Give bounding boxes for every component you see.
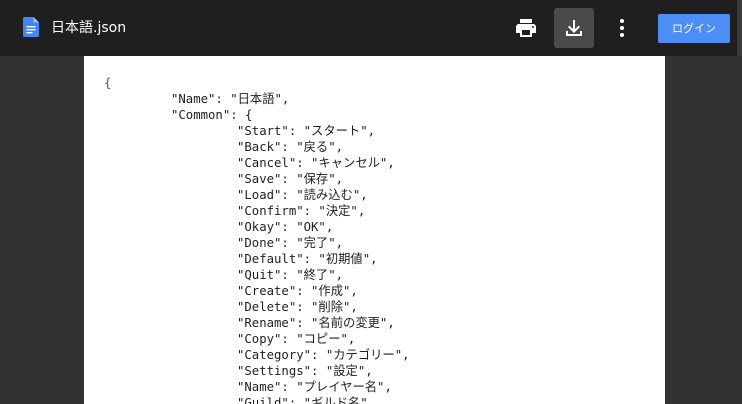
code-line: "Delete": "削除", <box>237 300 358 314</box>
more-vert-icon <box>620 19 624 37</box>
code-line: { <box>104 76 112 90</box>
document-page: { "Name": "日本語", "Common": { "Start": "ス… <box>84 56 665 404</box>
code-line: "Save": "保存", <box>237 172 344 186</box>
code-line: "Default": "初期値", <box>237 252 378 266</box>
code-line: "Rename": "名前の変更", <box>237 316 395 330</box>
scrollbar[interactable] <box>737 0 742 56</box>
code-line: "Copy": "コピー", <box>237 332 356 346</box>
print-button[interactable] <box>506 8 546 48</box>
code-line: "Quit": "終了", <box>237 268 344 282</box>
code-line: "Load": "読み込む", <box>237 188 368 202</box>
print-icon <box>516 19 536 37</box>
document-icon <box>23 17 39 37</box>
code-line: "Name": "プレイヤー名", <box>237 380 392 394</box>
code-line: "Create": "作成", <box>237 284 358 298</box>
code-line: "Okay": "OK", <box>237 220 334 234</box>
code-line: "Cancel": "キャンセル", <box>237 156 395 170</box>
code-line: "Category": "カテゴリー", <box>237 348 410 362</box>
code-line: "Done": "完了", <box>237 236 344 250</box>
file-title: 日本語.json <box>51 20 127 36</box>
more-options-button[interactable] <box>602 8 642 48</box>
viewer-toolbar: 日本語.json ログイン <box>0 0 742 56</box>
code-line: "Settings": "設定", <box>237 364 373 378</box>
download-icon <box>566 20 582 36</box>
json-content: { "Name": "日本語", "Common": { "Start": "ス… <box>104 75 410 404</box>
code-line: "Name": "日本語", <box>171 92 290 106</box>
code-line: "Guild": "ギルド名", <box>237 396 376 404</box>
code-line: "Common": { <box>171 108 253 122</box>
code-line: "Confirm": "決定", <box>237 204 366 218</box>
login-button[interactable]: ログイン <box>658 14 730 43</box>
code-line: "Start": "スタート", <box>237 124 376 138</box>
download-button[interactable] <box>554 8 594 48</box>
code-line: "Back": "戻る", <box>237 140 344 154</box>
